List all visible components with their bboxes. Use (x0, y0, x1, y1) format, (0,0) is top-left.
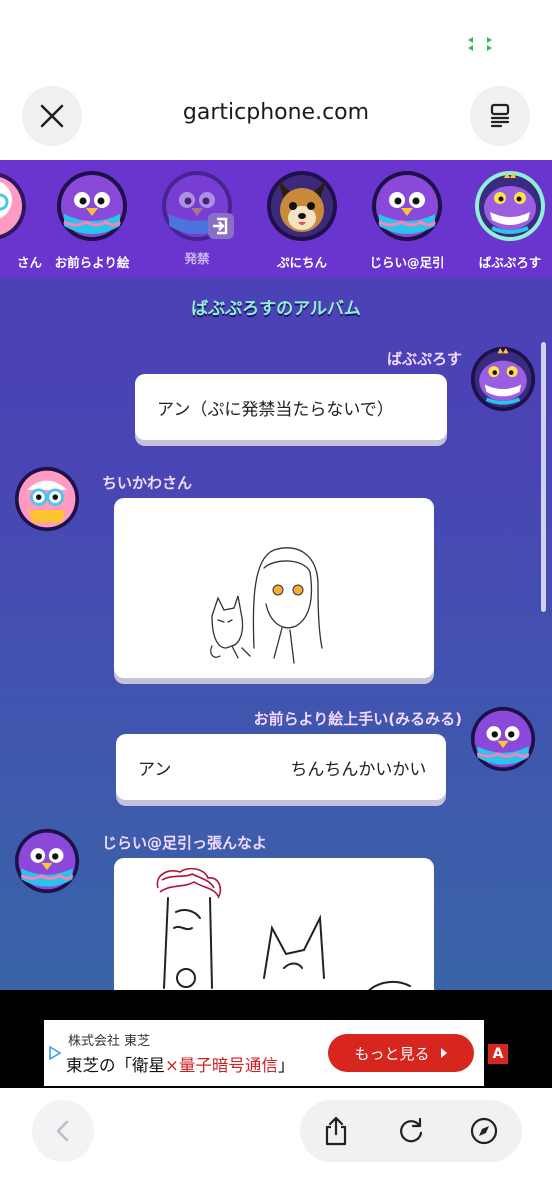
ad-headline-suffix: 」 (277, 1056, 295, 1075)
ad-choices-icon[interactable] (48, 1046, 62, 1060)
drawing-message-bubble (114, 498, 434, 678)
player-card[interactable]: じらい@足引 (357, 170, 457, 271)
ad-headline-prefix: 東芝の「衛星 (66, 1056, 165, 1075)
message-author: ちいかわさん (102, 474, 193, 492)
player-name: じらい@足引 (369, 255, 445, 270)
player-card[interactable]: お前らより絵 (42, 170, 142, 271)
player-card[interactable]: さん (0, 170, 42, 271)
back-button[interactable] (32, 1100, 94, 1162)
player-name: さん (16, 255, 42, 270)
purple-bird-avatar-icon (14, 828, 80, 894)
reader-menu-button[interactable] (470, 86, 530, 146)
player-card-selected[interactable]: ばぶぷろす (460, 170, 552, 271)
reload-button[interactable] (395, 1115, 427, 1147)
status-area (0, 0, 552, 78)
kick-icon (208, 213, 234, 239)
ad-badge[interactable]: A (488, 1044, 508, 1064)
message-text: アン ちんちんかいかい (138, 759, 427, 780)
player-name: ぷにちん (276, 255, 327, 270)
player-strip[interactable]: さん お前らより絵 発禁 ぷにちん じらい@足引 ばぶぷろす (0, 160, 552, 278)
pink-cupcake-avatar-icon (0, 172, 26, 240)
close-button[interactable] (22, 86, 82, 146)
purple-dino-avatar-icon (475, 171, 545, 241)
ad-headline-highlight: 量子暗号通信 (178, 1056, 278, 1075)
ad-company: 株式会社 東芝 (68, 1034, 151, 1049)
message-author: お前らより絵上手い(みるみる) (253, 710, 462, 728)
message-author: ばぶぷろす (386, 350, 462, 368)
message-author: じらい@足引っ張んなよ (102, 834, 268, 852)
player-name: ばぶぷろす (478, 255, 542, 270)
document-icon (490, 103, 510, 128)
compass-button[interactable] (468, 1115, 500, 1147)
advertisement-banner[interactable]: 株式会社 東芝 東芝の「衛星×量子暗号通信」 もっと見る (44, 1020, 484, 1086)
ad-cta-button[interactable]: もっと見る (328, 1034, 474, 1072)
purple-bird-avatar-icon (470, 706, 536, 772)
player-name: お前らより絵 (54, 255, 130, 270)
dog-avatar-icon (267, 171, 337, 241)
ad-headline-times: × (165, 1056, 179, 1075)
drawing-message-bubble (114, 858, 434, 990)
ad-headline: 東芝の「衛星×量子暗号通信」 (66, 1052, 294, 1076)
address-bar-url[interactable]: garticphone.com (110, 100, 442, 125)
message-text: アン（ぷに発禁当たらないで） (157, 399, 394, 420)
browser-top-bar: garticphone.com (0, 78, 552, 160)
album-title: ばぶぷろすのアルバム (191, 299, 361, 319)
player-name: 発禁 (184, 251, 210, 266)
girl-and-cat-drawing (210, 547, 323, 664)
pink-cupcake-avatar-icon (14, 466, 80, 532)
purple-bird-avatar-icon (57, 171, 127, 241)
screen-mirroring-icon (468, 37, 492, 51)
gartic-album-screen: さん お前らより絵 発禁 ぷにちん じらい@足引 ばぶぷろす ばぶぷろすのアルバ… (0, 160, 552, 990)
browser-actions (300, 1100, 522, 1162)
purple-dino-avatar-icon (470, 346, 536, 412)
close-icon (40, 104, 64, 128)
scrollbar[interactable] (541, 342, 546, 612)
compass-icon (470, 1117, 498, 1145)
ad-cta-label: もっと見る (354, 1044, 430, 1063)
text-message-bubble: アン ちんちんかいかい (116, 734, 446, 800)
share-icon (325, 1116, 347, 1146)
share-button[interactable] (320, 1115, 352, 1147)
purple-bird-avatar-icon (372, 171, 442, 241)
text-message-bubble: アン（ぷに発禁当たらないで） (135, 374, 447, 440)
browser-bottom-toolbar (0, 1088, 552, 1200)
player-card[interactable]: ぷにちん (252, 170, 352, 271)
chevron-left-icon (56, 1120, 69, 1142)
chevron-right-icon (440, 1048, 447, 1058)
player-card-banned[interactable]: 発禁 (147, 170, 247, 267)
red-hair-figure-drawing (156, 867, 411, 990)
reload-icon (400, 1117, 423, 1143)
